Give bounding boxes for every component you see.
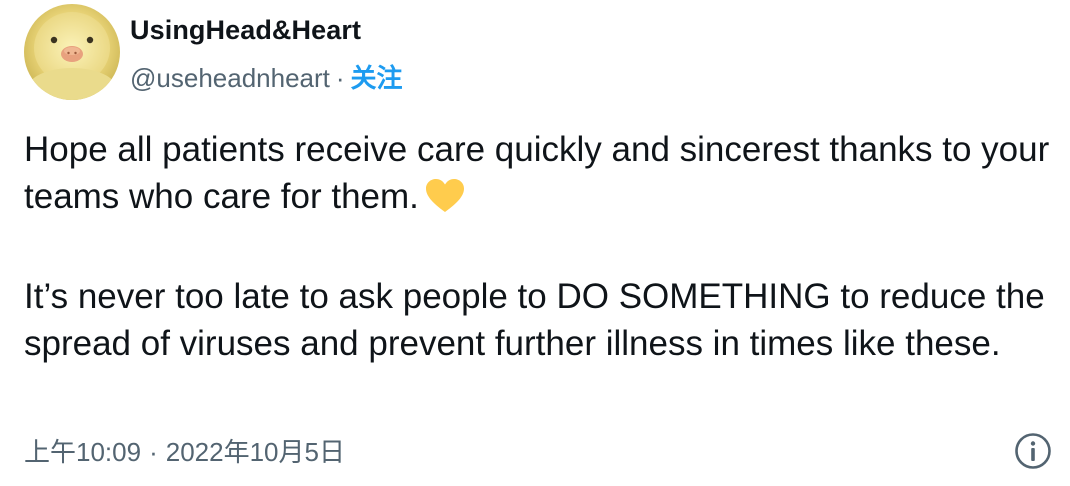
display-name[interactable]: UsingHead&Heart: [130, 15, 361, 46]
tweet-time: 上午10:09: [24, 437, 142, 467]
follow-button[interactable]: 关注: [351, 63, 403, 93]
tweet-card: UsingHead&Heart @useheadnheart · 关注 Hope a…: [0, 0, 1070, 486]
yellow-heart-icon: [425, 178, 465, 226]
timestamp-separator: ·: [149, 437, 158, 467]
tweet-text: Hope all patients receive care quickly a…: [24, 126, 1054, 367]
duckling-avatar-icon: [24, 4, 120, 100]
handle-separator: ·: [335, 63, 345, 93]
handle[interactable]: @useheadnheart: [130, 63, 330, 93]
tweet-paragraph-2: It’s never too late to ask people to DO …: [24, 277, 1045, 363]
tweet-timestamp[interactable]: 上午10:09 · 2022年10月5日: [24, 432, 345, 469]
tweet-paragraph-1-text: Hope all patients receive care quickly a…: [24, 130, 1050, 216]
info-icon[interactable]: [1014, 432, 1052, 470]
handle-row: @useheadnheart · 关注: [130, 58, 403, 95]
avatar[interactable]: [24, 4, 120, 100]
tweet-date: 2022年10月5日: [165, 437, 345, 467]
tweet-paragraph-1: Hope all patients receive care quickly a…: [24, 126, 1054, 226]
